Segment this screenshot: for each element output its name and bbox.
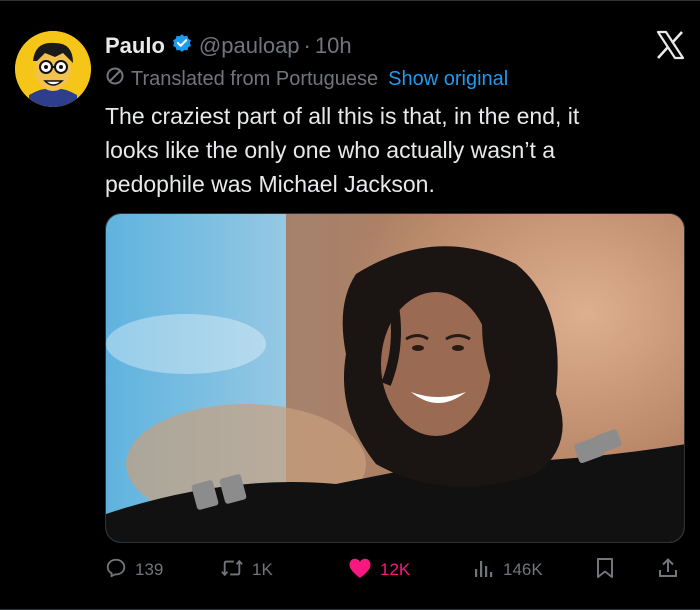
tweet-text-line: pedophile was Michael Jackson. — [105, 171, 435, 197]
views-button[interactable]: 146K — [473, 554, 543, 586]
author-name[interactable]: Paulo — [105, 33, 165, 59]
tweet-text-line: looks like the only one who actually was… — [105, 137, 556, 163]
reply-button[interactable]: 139 — [105, 554, 163, 586]
separator-dot: · — [303, 33, 311, 58]
action-bar: 139 1K 12K 146K — [105, 554, 685, 586]
author-handle[interactable]: @pauloap — [199, 33, 300, 59]
like-icon — [348, 557, 380, 584]
reply-count: 139 — [135, 560, 164, 579]
translate-icon — [105, 66, 131, 92]
tweet-text-line: The craziest part of all this is that, i… — [105, 103, 580, 129]
views-icon — [473, 557, 503, 584]
tweet-photo[interactable] — [105, 213, 685, 543]
bookmark-button[interactable] — [595, 554, 623, 586]
views-count: 146K — [503, 560, 543, 579]
timestamp[interactable]: 10h — [315, 33, 352, 59]
show-original-link[interactable]: Show original — [388, 68, 508, 91]
share-icon — [657, 557, 687, 584]
verified-badge-icon — [165, 32, 193, 60]
tweet-card: Paulo @pauloap · 10h Translated from Por… — [0, 0, 700, 610]
tweet-text: The craziest part of all this is that, i… — [105, 99, 675, 201]
avatar[interactable] — [15, 31, 91, 107]
reply-icon — [105, 557, 135, 584]
bookmark-icon — [595, 557, 623, 584]
translation-label: Translated from Portuguese — [131, 67, 379, 90]
translation-note: Translated from Portuguese Show original — [105, 65, 508, 93]
like-count: 12K — [380, 560, 411, 579]
tweet-header: Paulo @pauloap · 10h — [105, 31, 352, 61]
like-button[interactable]: 12K — [348, 554, 410, 586]
repost-button[interactable]: 1K — [220, 554, 273, 586]
x-logo-icon — [654, 29, 686, 61]
repost-count: 1K — [252, 560, 273, 579]
share-button[interactable] — [657, 554, 687, 586]
repost-icon — [220, 557, 252, 584]
